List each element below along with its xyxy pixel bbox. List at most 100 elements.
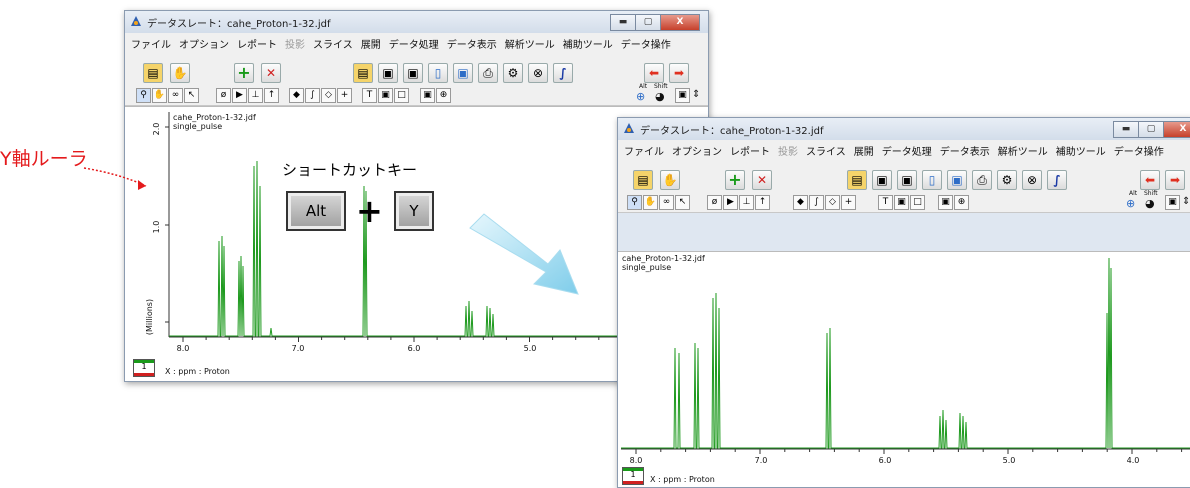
diamond-icon[interactable]: ◆	[289, 88, 304, 103]
trash-button[interactable]: ▯	[428, 63, 448, 83]
reset-view-icon[interactable]: ∞	[659, 195, 674, 210]
menu-analysis-tools[interactable]: 解析ツール	[994, 143, 1052, 158]
alt-zoom-icon[interactable]: ⊕	[636, 90, 645, 103]
menu-options[interactable]: オプション	[668, 143, 726, 158]
target-icon[interactable]: ⊕	[954, 195, 969, 210]
forward-arrow-button[interactable]: ➡	[1165, 170, 1185, 190]
frame-icon[interactable]: ▣	[378, 88, 393, 103]
minimize-button[interactable]: ▬	[610, 14, 636, 31]
title-bar[interactable]: データスレート：cahe_Proton-1-32.jdf ▬ ▢ X	[125, 11, 708, 33]
back-arrow-button[interactable]: ⬅	[1140, 170, 1160, 190]
eraser-icon[interactable]: ◇	[321, 88, 336, 103]
close-button[interactable]: X	[660, 14, 700, 31]
play-icon[interactable]: ▶	[723, 195, 738, 210]
menu-report[interactable]: レポート	[726, 143, 774, 158]
paste-layer-button[interactable]: ▣	[403, 63, 423, 83]
diamond-icon[interactable]: ◆	[793, 195, 808, 210]
pointer-icon[interactable]: ↖	[184, 88, 199, 103]
menu-aux-tools[interactable]: 補助ツール	[1052, 143, 1110, 158]
zoom-icon[interactable]: ⚲	[627, 195, 642, 210]
window-icon[interactable]: □	[394, 88, 409, 103]
paste-layer-button[interactable]: ▣	[897, 170, 917, 190]
menu-report[interactable]: レポート	[233, 36, 281, 51]
page-indicator[interactable]: 1	[622, 467, 644, 485]
menu-aux-tools[interactable]: 補助ツール	[559, 36, 617, 51]
copy-layer-button[interactable]: ▣	[378, 63, 398, 83]
forward-arrow-button[interactable]: ➡	[669, 63, 689, 83]
hand-tool-button[interactable]: ✋	[170, 63, 190, 83]
pan-hand-icon[interactable]: ✋	[643, 195, 658, 210]
baseline-icon[interactable]: ⊥	[739, 195, 754, 210]
menu-slice[interactable]: スライス	[802, 143, 850, 158]
menu-options[interactable]: オプション	[175, 36, 233, 51]
integral-button[interactable]: ∫	[553, 63, 573, 83]
text-icon[interactable]: T	[362, 88, 377, 103]
shift-icon[interactable]: ◕	[655, 90, 665, 103]
integral-tool-icon[interactable]: ∫	[305, 88, 320, 103]
add-button[interactable]: +	[725, 170, 745, 190]
updown-icon[interactable]: ⇕	[1182, 196, 1190, 207]
pointer-icon[interactable]: ↖	[675, 195, 690, 210]
page-indicator[interactable]: 1	[133, 359, 155, 377]
tool-button[interactable]: ⚙	[997, 170, 1017, 190]
peak-icon[interactable]: ↑	[264, 88, 279, 103]
play-icon[interactable]: ▶	[232, 88, 247, 103]
integral-button[interactable]: ∫	[1047, 170, 1067, 190]
save-button[interactable]: ▣	[947, 170, 967, 190]
reset-view-icon[interactable]: ∞	[168, 88, 183, 103]
menu-data-operations[interactable]: データ操作	[617, 36, 675, 51]
phase-icon[interactable]: ø	[707, 195, 722, 210]
updown-icon[interactable]: ⇕	[692, 89, 700, 100]
fit-icon[interactable]: ▣	[420, 88, 435, 103]
menu-data-display[interactable]: データ表示	[443, 36, 501, 51]
pan-hand-icon[interactable]: ✋	[152, 88, 167, 103]
save-button[interactable]: ▣	[453, 63, 473, 83]
layout-icon[interactable]: ▣	[1165, 195, 1180, 210]
tool-button[interactable]: ⚙	[503, 63, 523, 83]
crosshair-icon[interactable]: +	[841, 195, 856, 210]
phase-icon[interactable]: ø	[216, 88, 231, 103]
crosshair-icon[interactable]: +	[337, 88, 352, 103]
open-folder-button[interactable]: ▤	[143, 63, 163, 83]
add-button[interactable]: +	[234, 63, 254, 83]
zoom-icon[interactable]: ⚲	[136, 88, 151, 103]
copy-layer-button[interactable]: ▣	[872, 170, 892, 190]
maximize-button[interactable]: ▢	[1138, 121, 1164, 138]
open-folder-button[interactable]: ▤	[633, 170, 653, 190]
back-arrow-button[interactable]: ⬅	[644, 63, 664, 83]
menu-slice[interactable]: スライス	[309, 36, 357, 51]
eraser-icon[interactable]: ◇	[825, 195, 840, 210]
shift-icon[interactable]: ◕	[1145, 197, 1155, 210]
alt-zoom-icon[interactable]: ⊕	[1126, 197, 1135, 210]
menu-expand[interactable]: 展開	[850, 143, 878, 158]
window-icon[interactable]: □	[910, 195, 925, 210]
delete-button[interactable]: ✕	[752, 170, 772, 190]
stop-button[interactable]: ⊗	[528, 63, 548, 83]
menu-analysis-tools[interactable]: 解析ツール	[501, 36, 559, 51]
print-button[interactable]: ⎙	[478, 63, 498, 83]
open-file-button[interactable]: ▤	[847, 170, 867, 190]
right-plot-area[interactable]: 8.0 7.0 6.0 5.0 4.0 cahe_Proton-1-32.jdf…	[618, 251, 1190, 487]
menu-projection[interactable]: 投影	[774, 143, 802, 158]
menu-data-processing[interactable]: データ処理	[878, 143, 936, 158]
trash-button[interactable]: ▯	[922, 170, 942, 190]
menu-data-operations[interactable]: データ操作	[1110, 143, 1168, 158]
delete-button[interactable]: ✕	[261, 63, 281, 83]
close-button[interactable]: X	[1163, 121, 1190, 138]
menu-file[interactable]: ファイル	[127, 36, 175, 51]
menu-data-display[interactable]: データ表示	[936, 143, 994, 158]
target-icon[interactable]: ⊕	[436, 88, 451, 103]
peak-icon[interactable]: ↑	[755, 195, 770, 210]
minimize-button[interactable]: ▬	[1113, 121, 1139, 138]
menu-data-processing[interactable]: データ処理	[385, 36, 443, 51]
hand-tool-button[interactable]: ✋	[660, 170, 680, 190]
menu-file[interactable]: ファイル	[620, 143, 668, 158]
menu-projection[interactable]: 投影	[281, 36, 309, 51]
menu-expand[interactable]: 展開	[357, 36, 385, 51]
frame-icon[interactable]: ▣	[894, 195, 909, 210]
print-button[interactable]: ⎙	[972, 170, 992, 190]
text-icon[interactable]: T	[878, 195, 893, 210]
integral-tool-icon[interactable]: ∫	[809, 195, 824, 210]
open-file-button[interactable]: ▤	[353, 63, 373, 83]
title-bar[interactable]: データスレート：cahe_Proton-1-32.jdf ▬ ▢ X	[618, 118, 1190, 140]
